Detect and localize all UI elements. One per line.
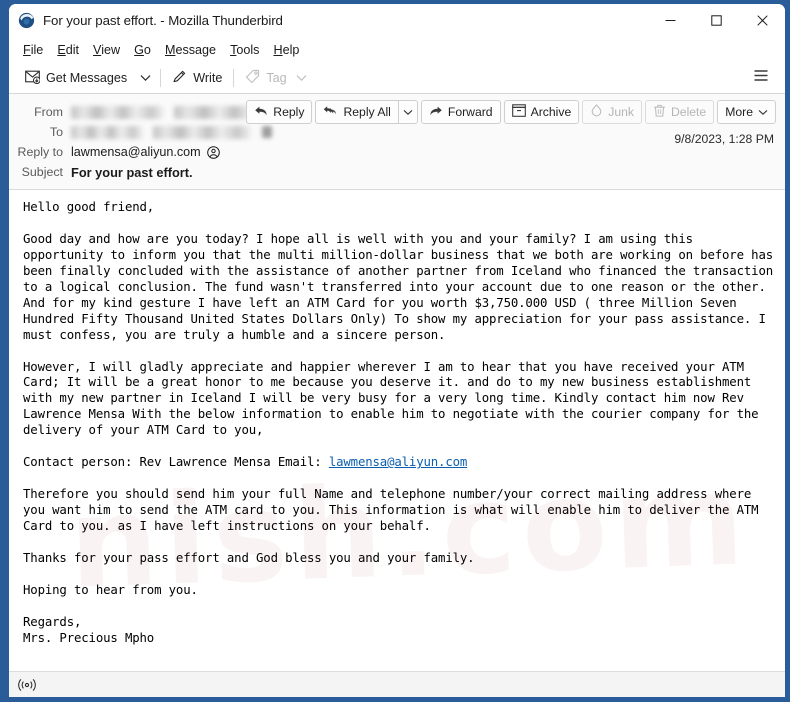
thunderbird-window: For your past effort. - Mozilla Thunderb… xyxy=(0,0,790,702)
get-messages-button[interactable]: Get Messages xyxy=(18,66,134,90)
reply-all-button[interactable]: Reply All xyxy=(315,100,398,124)
toolbar-separator xyxy=(160,68,162,87)
reply-all-caret[interactable] xyxy=(397,100,418,124)
write-button[interactable]: Write xyxy=(165,66,229,90)
menu-edit[interactable]: Edit xyxy=(50,40,86,60)
reply-all-icon xyxy=(323,105,338,120)
subject-value: For your past effort. xyxy=(71,164,193,180)
from-label: From xyxy=(34,105,63,119)
window-title: For your past effort. - Mozilla Thunderb… xyxy=(43,13,283,28)
get-messages-icon xyxy=(25,69,41,87)
archive-label: Archive xyxy=(530,105,572,119)
trash-icon xyxy=(653,104,666,120)
title-bar: For your past effort. - Mozilla Thunderb… xyxy=(9,4,785,37)
delete-button[interactable]: Delete xyxy=(644,100,715,124)
tag-icon xyxy=(245,69,260,87)
menu-view[interactable]: View xyxy=(86,40,127,60)
menu-help[interactable]: Help xyxy=(266,40,306,60)
hamburger-menu-icon xyxy=(753,69,769,87)
online-status-icon[interactable] xyxy=(17,677,37,693)
forward-icon xyxy=(429,105,443,120)
mail-toolbar: Get Messages Write Tag xyxy=(9,62,785,94)
tag-label: Tag xyxy=(266,70,287,85)
junk-label: Junk xyxy=(608,105,634,119)
more-button[interactable]: More xyxy=(717,100,776,124)
to-value[interactable] xyxy=(71,125,272,139)
maximize-icon[interactable] xyxy=(693,4,739,37)
delete-label: Delete xyxy=(670,105,707,119)
contact-avatar-icon[interactable] xyxy=(206,145,220,159)
archive-button[interactable]: Archive xyxy=(503,100,580,124)
reply-icon xyxy=(254,105,268,120)
to-redacted-bar xyxy=(71,125,143,139)
forward-button[interactable]: Forward xyxy=(420,100,501,124)
window-controls xyxy=(647,4,785,37)
replyto-address: lawmensa@aliyun.com xyxy=(71,145,201,159)
menu-go[interactable]: Go xyxy=(127,40,158,60)
message-action-buttons: Reply Reply All Forward Archive Junk Del… xyxy=(246,100,776,124)
subject-label: Subject xyxy=(21,165,63,179)
contact-email-link[interactable]: lawmensa@aliyun.com xyxy=(329,455,468,469)
menu-bar: File Edit View Go Message Tools Help xyxy=(9,37,785,62)
replyto-label: Reply to xyxy=(17,145,63,159)
header-row-subject: Subject For your past effort. xyxy=(9,162,785,182)
replyto-value[interactable]: lawmensa@aliyun.com xyxy=(71,145,220,159)
write-label: Write xyxy=(193,70,223,85)
minimize-icon[interactable] xyxy=(647,4,693,37)
more-label: More xyxy=(725,105,753,119)
thunderbird-logo-icon xyxy=(18,12,35,29)
tag-caret-icon xyxy=(296,71,307,85)
app-menu-button[interactable] xyxy=(747,66,775,90)
message-body-pane: nish.com Hello good friend, Good day and… xyxy=(9,190,785,671)
chevron-down-icon xyxy=(758,109,768,115)
message-date: 9/8/2023, 1:28 PM xyxy=(674,132,774,146)
get-messages-caret[interactable] xyxy=(134,66,156,90)
window-inner: For your past effort. - Mozilla Thunderb… xyxy=(9,4,785,697)
to-redacted-bar-2 xyxy=(153,125,251,139)
menu-message[interactable]: Message xyxy=(158,40,223,60)
get-messages-label: Get Messages xyxy=(46,70,128,85)
menu-tools[interactable]: Tools xyxy=(223,40,266,60)
header-row-to: To xyxy=(9,122,785,142)
to-redacted-chip xyxy=(262,126,272,138)
reply-button[interactable]: Reply xyxy=(246,100,313,124)
message-header: From To Reply to lawmensa@aliyun.com Sub… xyxy=(9,94,785,190)
chevron-down-icon xyxy=(403,109,413,115)
to-label: To xyxy=(49,125,63,139)
reply-all-group: Reply All xyxy=(315,100,418,124)
pencil-icon xyxy=(172,69,187,87)
junk-button[interactable]: Junk xyxy=(582,100,642,124)
reply-all-label: Reply All xyxy=(343,105,391,119)
message-body-text: Hello good friend, Good day and how are … xyxy=(23,200,781,645)
chevron-down-icon xyxy=(140,74,151,81)
menu-file[interactable]: File xyxy=(16,40,50,60)
forward-label: Forward xyxy=(447,105,493,119)
reply-label: Reply xyxy=(273,105,305,119)
archive-icon xyxy=(511,104,526,120)
header-row-replyto: Reply to lawmensa@aliyun.com xyxy=(9,142,785,162)
junk-icon xyxy=(590,104,603,120)
close-icon[interactable] xyxy=(739,4,785,37)
tag-button[interactable]: Tag xyxy=(238,66,313,90)
from-redacted-bar xyxy=(71,105,164,119)
status-bar xyxy=(9,671,785,697)
toolbar-separator-2 xyxy=(233,68,235,87)
